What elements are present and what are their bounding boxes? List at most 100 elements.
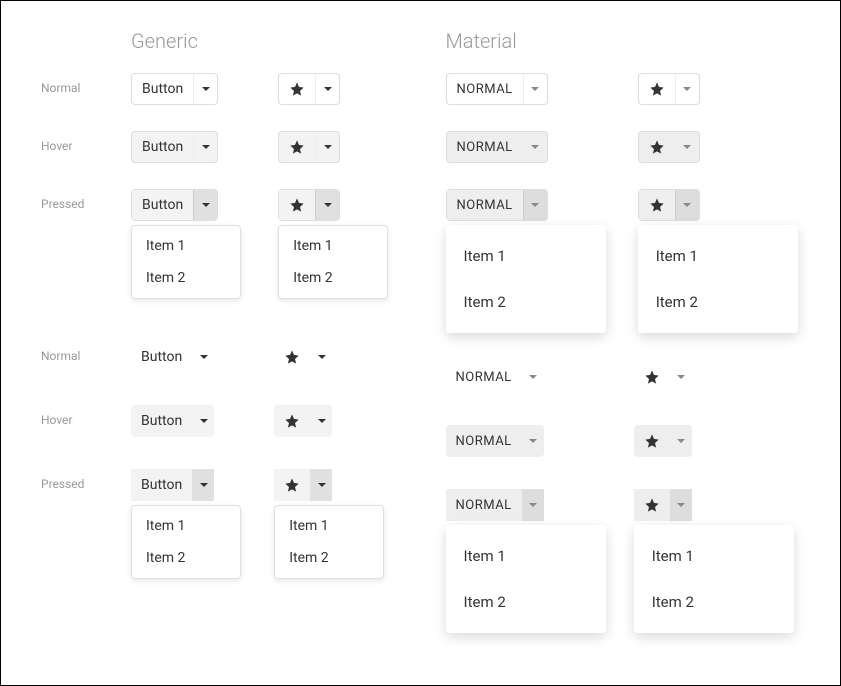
menu-item[interactable]: Item 2 <box>446 279 606 325</box>
menu-item[interactable]: Item 1 <box>132 230 240 262</box>
chevron-down-icon <box>677 503 685 507</box>
dropdown-toggle[interactable] <box>310 469 332 501</box>
dropdown-toggle[interactable] <box>193 190 217 220</box>
material-icon-dropdown-hover[interactable] <box>638 131 700 163</box>
generic-text-dropdown-borderless-hover[interactable]: Button <box>131 405 214 437</box>
star-icon <box>289 81 305 97</box>
chevron-down-icon <box>677 375 685 379</box>
material-icon-dropdown-pressed[interactable] <box>638 189 700 221</box>
dropdown-toggle[interactable] <box>522 489 544 521</box>
dropdown-toggle[interactable] <box>192 341 214 373</box>
dropdown-toggle[interactable] <box>310 341 332 373</box>
chevron-down-icon <box>200 483 208 487</box>
generic-text-dropdown-normal[interactable]: Button <box>131 73 218 105</box>
dropdown-toggle[interactable] <box>523 190 547 220</box>
chevron-down-icon <box>529 439 537 443</box>
star-icon <box>289 139 305 155</box>
generic-text-dropdown-hover[interactable]: Button <box>131 131 218 163</box>
generic-text-dropdown-pressed[interactable]: Button <box>131 189 218 221</box>
menu-item[interactable]: Item 2 <box>275 542 383 574</box>
menu-item[interactable]: Item 2 <box>132 262 240 294</box>
dropdown-toggle[interactable] <box>523 74 547 104</box>
chevron-down-icon <box>531 203 539 207</box>
state-label-pressed: Pressed <box>41 189 131 211</box>
dropdown-menu: Item 1 Item 2 <box>634 525 794 633</box>
menu-item[interactable]: Item 1 <box>132 510 240 542</box>
dropdown-toggle[interactable] <box>675 74 699 104</box>
dropdown-toggle[interactable] <box>675 190 699 220</box>
dropdown-menu: Item 1 Item 2 <box>131 225 241 299</box>
dropdown-toggle[interactable] <box>315 132 339 162</box>
star-icon <box>284 413 300 429</box>
star-icon <box>644 433 660 449</box>
generic-icon-dropdown-pressed[interactable] <box>278 189 340 221</box>
chevron-down-icon <box>683 145 691 149</box>
dropdown-toggle[interactable] <box>193 132 217 162</box>
dropdown-toggle[interactable] <box>315 74 339 104</box>
menu-item[interactable]: Item 1 <box>634 533 794 579</box>
material-text-dropdown-borderless-hover[interactable]: Normal <box>446 425 544 457</box>
button-label: Button <box>142 139 183 155</box>
chevron-down-icon <box>529 375 537 379</box>
generic-icon-dropdown-borderless-hover[interactable] <box>274 405 332 437</box>
menu-item[interactable]: Item 1 <box>446 233 606 279</box>
chevron-down-icon <box>531 87 539 91</box>
dropdown-menu: Item 1 Item 2 <box>446 525 606 633</box>
menu-item[interactable]: Item 1 <box>275 510 383 542</box>
menu-item[interactable]: Item 2 <box>132 542 240 574</box>
chevron-down-icon <box>529 503 537 507</box>
menu-item[interactable]: Item 1 <box>638 233 798 279</box>
dropdown-toggle[interactable] <box>670 489 692 521</box>
generic-icon-dropdown-hover[interactable] <box>278 131 340 163</box>
button-label: Normal <box>457 198 513 213</box>
chevron-down-icon <box>324 145 332 149</box>
menu-item[interactable]: Item 2 <box>638 279 798 325</box>
chevron-down-icon <box>202 203 210 207</box>
star-icon <box>284 349 300 365</box>
menu-item[interactable]: Item 1 <box>446 533 606 579</box>
generic-icon-dropdown-borderless-pressed[interactable] <box>274 469 332 501</box>
chevron-down-icon <box>531 145 539 149</box>
dropdown-toggle[interactable] <box>522 361 544 393</box>
dropdown-toggle[interactable] <box>310 405 332 437</box>
generic-text-dropdown-borderless-normal[interactable]: Button <box>131 341 214 373</box>
dropdown-toggle[interactable] <box>193 74 217 104</box>
material-icon-dropdown-borderless-hover[interactable] <box>634 425 692 457</box>
dropdown-menu: Item 1 Item 2 <box>278 225 388 299</box>
generic-icon-dropdown-borderless-normal[interactable] <box>274 341 332 373</box>
menu-item[interactable]: Item 1 <box>279 230 387 262</box>
dropdown-toggle[interactable] <box>192 469 214 501</box>
star-icon <box>644 497 660 513</box>
material-title: Material <box>446 29 801 53</box>
button-label: Button <box>141 413 182 429</box>
dropdown-toggle[interactable] <box>675 132 699 162</box>
state-label-pressed: Pressed <box>41 469 131 491</box>
chevron-down-icon <box>677 439 685 443</box>
chevron-down-icon <box>318 355 326 359</box>
dropdown-toggle[interactable] <box>670 361 692 393</box>
menu-item[interactable]: Item 2 <box>446 579 606 625</box>
menu-item[interactable]: Item 2 <box>279 262 387 294</box>
dropdown-toggle[interactable] <box>192 405 214 437</box>
material-icon-dropdown-borderless-normal[interactable] <box>634 361 692 393</box>
dropdown-toggle[interactable] <box>523 132 547 162</box>
menu-item[interactable]: Item 2 <box>634 579 794 625</box>
material-text-dropdown-borderless-pressed[interactable]: Normal <box>446 489 544 521</box>
material-text-dropdown-pressed[interactable]: Normal <box>446 189 548 221</box>
generic-icon-dropdown-normal[interactable] <box>278 73 340 105</box>
material-text-dropdown-borderless-normal[interactable]: Normal <box>446 361 544 393</box>
button-label: Normal <box>457 140 513 155</box>
material-icon-dropdown-borderless-pressed[interactable] <box>634 489 692 521</box>
button-label: Normal <box>456 370 512 385</box>
material-text-dropdown-normal[interactable]: Normal <box>446 73 548 105</box>
material-icon-dropdown-normal[interactable] <box>638 73 700 105</box>
chevron-down-icon <box>324 87 332 91</box>
button-label: Normal <box>456 498 512 513</box>
dropdown-toggle[interactable] <box>522 425 544 457</box>
generic-text-dropdown-borderless-pressed[interactable]: Button <box>131 469 214 501</box>
star-icon <box>649 81 665 97</box>
chevron-down-icon <box>683 203 691 207</box>
material-text-dropdown-hover[interactable]: Normal <box>446 131 548 163</box>
dropdown-toggle[interactable] <box>315 190 339 220</box>
dropdown-toggle[interactable] <box>670 425 692 457</box>
